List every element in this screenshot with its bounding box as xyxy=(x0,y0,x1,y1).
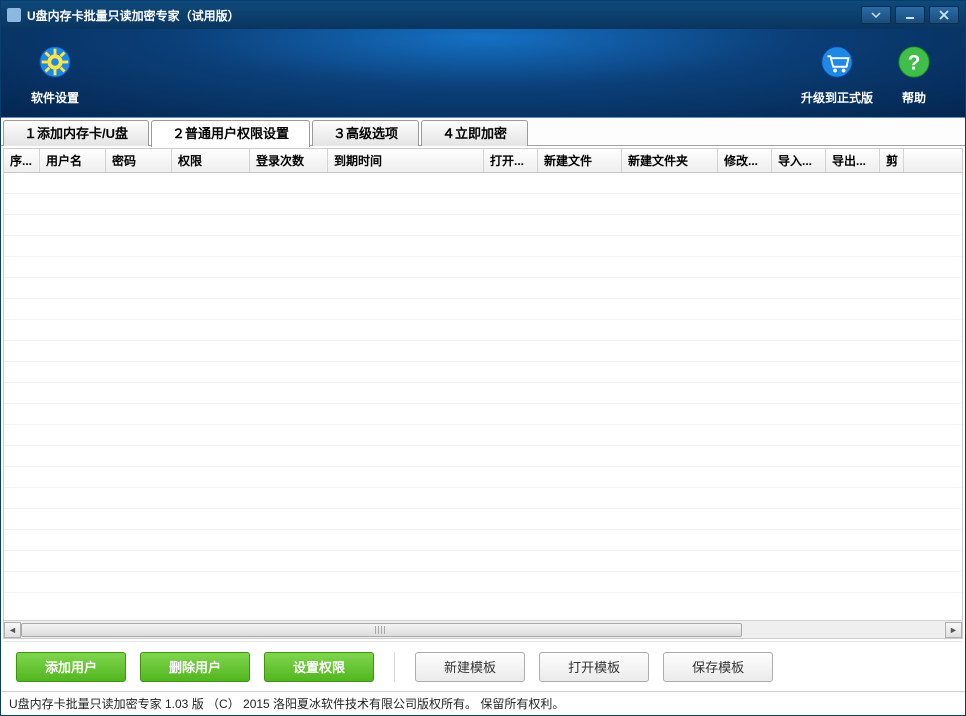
tab-encrypt[interactable]: ４立即加密 xyxy=(421,120,528,146)
settings-button[interactable]: 软件设置 xyxy=(21,37,89,110)
help-label: 帮助 xyxy=(902,89,926,106)
column-header[interactable]: 修改... xyxy=(718,149,772,172)
table-row[interactable] xyxy=(4,425,962,446)
help-button[interactable]: ? 帮助 xyxy=(883,37,945,110)
scroll-thumb[interactable] xyxy=(21,623,742,637)
action-buttons: 添加用户 删除用户 设置权限 新建模板 打开模板 保存模板 xyxy=(4,641,962,691)
open-template-button[interactable]: 打开模板 xyxy=(539,652,649,682)
table-row[interactable] xyxy=(4,551,962,572)
column-header[interactable]: 导入... xyxy=(772,149,826,172)
table-row[interactable] xyxy=(4,488,962,509)
gear-icon xyxy=(34,41,76,83)
column-header[interactable]: 密码 xyxy=(106,149,172,172)
table-row[interactable] xyxy=(4,320,962,341)
grid-header: 序...用户名密码权限登录次数到期时间打开...新建文件新建文件夹修改...导入… xyxy=(4,149,962,173)
new-template-button[interactable]: 新建模板 xyxy=(415,652,525,682)
tab-add-device[interactable]: １添加内存卡/U盘 xyxy=(3,120,149,146)
table-row[interactable] xyxy=(4,404,962,425)
window-title: U盘内存卡批量只读加密专家（试用版） xyxy=(27,7,857,24)
table-row[interactable] xyxy=(4,383,962,404)
table-row[interactable] xyxy=(4,257,962,278)
save-template-button[interactable]: 保存模板 xyxy=(663,652,773,682)
set-permission-button[interactable]: 设置权限 xyxy=(264,652,374,682)
table-row[interactable] xyxy=(4,341,962,362)
table-row[interactable] xyxy=(4,467,962,488)
main-toolbar: 软件设置 升级到正式版 ? 帮助 xyxy=(1,29,965,117)
column-header[interactable]: 导出... xyxy=(826,149,880,172)
scroll-right-button[interactable]: ► xyxy=(945,622,962,638)
column-header[interactable]: 权限 xyxy=(172,149,250,172)
table-row[interactable] xyxy=(4,572,962,593)
scroll-left-button[interactable]: ◄ xyxy=(4,622,21,638)
table-row[interactable] xyxy=(4,299,962,320)
app-icon xyxy=(7,8,21,22)
user-grid: 序...用户名密码权限登录次数到期时间打开...新建文件新建文件夹修改...导入… xyxy=(3,148,963,639)
column-header[interactable]: 用户名 xyxy=(40,149,106,172)
svg-text:?: ? xyxy=(908,51,921,74)
cart-icon xyxy=(816,41,858,83)
settings-label: 软件设置 xyxy=(31,89,79,106)
table-row[interactable] xyxy=(4,530,962,551)
column-header[interactable]: 新建文件 xyxy=(538,149,622,172)
table-row[interactable] xyxy=(4,446,962,467)
scroll-track[interactable] xyxy=(21,622,945,638)
column-header[interactable]: 打开... xyxy=(484,149,538,172)
close-button[interactable] xyxy=(929,6,959,24)
tab-user-permissions[interactable]: ２普通用户权限设置 xyxy=(151,120,310,147)
horizontal-scrollbar[interactable]: ◄ ► xyxy=(4,620,962,638)
status-bar: U盘内存卡批量只读加密专家 1.03 版 （C） 2015 洛阳夏冰软件技术有限… xyxy=(1,691,965,715)
table-row[interactable] xyxy=(4,215,962,236)
upgrade-label: 升级到正式版 xyxy=(801,89,873,106)
dropdown-button[interactable] xyxy=(861,6,891,24)
table-row[interactable] xyxy=(4,236,962,257)
column-header[interactable]: 剪 xyxy=(880,149,904,172)
table-row[interactable] xyxy=(4,173,962,194)
help-icon: ? xyxy=(893,41,935,83)
delete-user-button[interactable]: 删除用户 xyxy=(140,652,250,682)
tab-advanced[interactable]: ３高级选项 xyxy=(312,120,419,146)
divider xyxy=(394,652,395,682)
title-bar[interactable]: U盘内存卡批量只读加密专家（试用版） xyxy=(1,1,965,29)
tab-bar: １添加内存卡/U盘 ２普通用户权限设置 ３高级选项 ４立即加密 xyxy=(1,118,965,146)
table-row[interactable] xyxy=(4,509,962,530)
grid-body[interactable] xyxy=(4,173,962,620)
table-row[interactable] xyxy=(4,362,962,383)
column-header[interactable]: 到期时间 xyxy=(328,149,484,172)
column-header[interactable]: 新建文件夹 xyxy=(622,149,718,172)
app-window: U盘内存卡批量只读加密专家（试用版） 软件设置 升级到正式版 ? 帮助 １添 xyxy=(0,0,966,716)
column-header[interactable]: 序... xyxy=(4,149,40,172)
content-area: １添加内存卡/U盘 ２普通用户权限设置 ３高级选项 ４立即加密 序...用户名密… xyxy=(1,117,965,691)
upgrade-button[interactable]: 升级到正式版 xyxy=(791,37,883,110)
add-user-button[interactable]: 添加用户 xyxy=(16,652,126,682)
table-row[interactable] xyxy=(4,278,962,299)
column-header[interactable]: 登录次数 xyxy=(250,149,328,172)
table-row[interactable] xyxy=(4,194,962,215)
minimize-button[interactable] xyxy=(895,6,925,24)
